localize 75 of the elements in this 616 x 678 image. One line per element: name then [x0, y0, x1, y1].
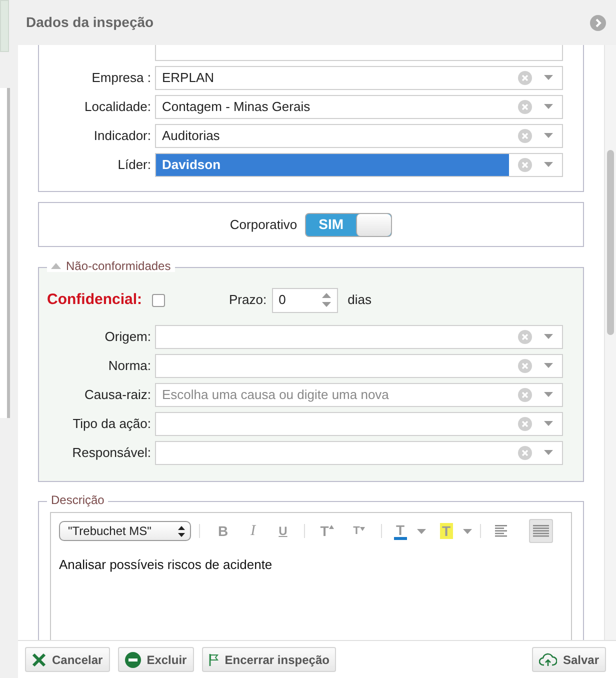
clear-icon[interactable]: [518, 330, 532, 344]
scrollbar-thumb[interactable]: [607, 150, 614, 335]
updown-caret-icon: [178, 526, 185, 536]
close-button[interactable]: Encerrar inspeção: [202, 647, 336, 672]
select-field[interactable]: Escolha uma causa ou digite uma nova: [155, 382, 563, 406]
clear-icon[interactable]: [518, 100, 532, 114]
justify-icon: [533, 524, 549, 538]
minus-circle-icon: [124, 652, 141, 668]
caret-icon: [544, 162, 553, 167]
caret-icon: [544, 450, 553, 455]
clear-icon[interactable]: [518, 416, 532, 430]
cancel-button[interactable]: Cancelar: [25, 647, 110, 672]
select-field[interactable]: [155, 354, 563, 378]
select-field[interactable]: [155, 440, 563, 464]
clear-icon[interactable]: [518, 128, 532, 142]
caret-icon: [544, 334, 553, 339]
font-select[interactable]: "Trebuchet MS": [59, 521, 191, 541]
caret-icon: [544, 75, 553, 80]
delete-button[interactable]: Excluir: [118, 647, 194, 672]
field-label: Responsável:: [71, 444, 152, 462]
number-value: 0: [278, 291, 286, 310]
select-field[interactable]: Davidson: [155, 152, 563, 176]
select-field[interactable]: [155, 412, 563, 436]
select-field[interactable]: ERPLAN: [155, 66, 563, 90]
caret-icon: [462, 528, 472, 534]
section-toggle[interactable]: Não-conformidades: [47, 260, 175, 272]
field-label: Empresa :: [90, 68, 152, 87]
select-placeholder: Escolha uma causa ou digite uma nova: [162, 386, 389, 404]
up-triangle-icon: [328, 525, 334, 529]
field-label: Líder:: [116, 156, 152, 174]
select-value: Davidson: [162, 156, 221, 174]
stepper-icon[interactable]: [322, 293, 331, 307]
clear-icon[interactable]: [518, 388, 532, 402]
caret-icon: [544, 133, 553, 138]
field-label: Indicador:: [92, 126, 152, 145]
toggle-text: SIM: [318, 215, 345, 234]
corporativo-label: Corporativo: [230, 216, 298, 234]
triangle-icon: [51, 263, 61, 269]
select-field[interactable]: [155, 324, 563, 348]
field-label: Causa-raiz:: [84, 386, 152, 404]
chevron-right-circle-icon[interactable]: [590, 14, 606, 30]
select-value: ERPLAN: [162, 68, 214, 87]
flag-icon: [208, 654, 219, 666]
down-triangle-icon: [360, 526, 365, 530]
select-value: Contagem - Minas Gerais: [162, 98, 310, 116]
unit-label: dias: [348, 291, 372, 310]
field-label: Localidade:: [84, 98, 152, 116]
confidential-label: Confidencial:: [47, 290, 142, 310]
caret-icon: [544, 363, 553, 368]
justify-button[interactable]: [529, 519, 553, 543]
clear-icon[interactable]: [518, 358, 532, 372]
panel-title: Dados da inspeção: [26, 13, 154, 32]
field-label: Tipo da ação:: [72, 414, 152, 433]
field-label: Norma:: [107, 356, 152, 375]
checkbox[interactable]: [152, 294, 166, 306]
caret-icon: [544, 392, 553, 397]
close-icon: [32, 652, 46, 666]
side-panel: [0, 0, 9, 52]
fieldset-legend: Descrição: [47, 494, 108, 506]
select-value: Auditorias: [162, 126, 220, 145]
caret-icon: [544, 104, 553, 109]
save-button[interactable]: Salvar: [532, 647, 606, 672]
select-field[interactable]: Auditorias: [155, 124, 563, 148]
clear-icon[interactable]: [518, 70, 532, 84]
description-text: Analisar possíveis riscos de acidente: [58, 556, 274, 574]
field-label: Origem:: [104, 328, 152, 346]
caret-icon: [416, 528, 426, 534]
deadline-label: Prazo:: [229, 291, 267, 310]
clear-icon[interactable]: [518, 446, 532, 460]
number-input[interactable]: 0: [272, 288, 338, 312]
cloud-upload-icon: [538, 652, 557, 666]
font-name: "Trebuchet MS": [68, 523, 152, 540]
clear-icon[interactable]: [518, 158, 532, 172]
caret-icon: [544, 421, 553, 426]
select-field[interactable]: Contagem - Minas Gerais: [155, 94, 563, 118]
